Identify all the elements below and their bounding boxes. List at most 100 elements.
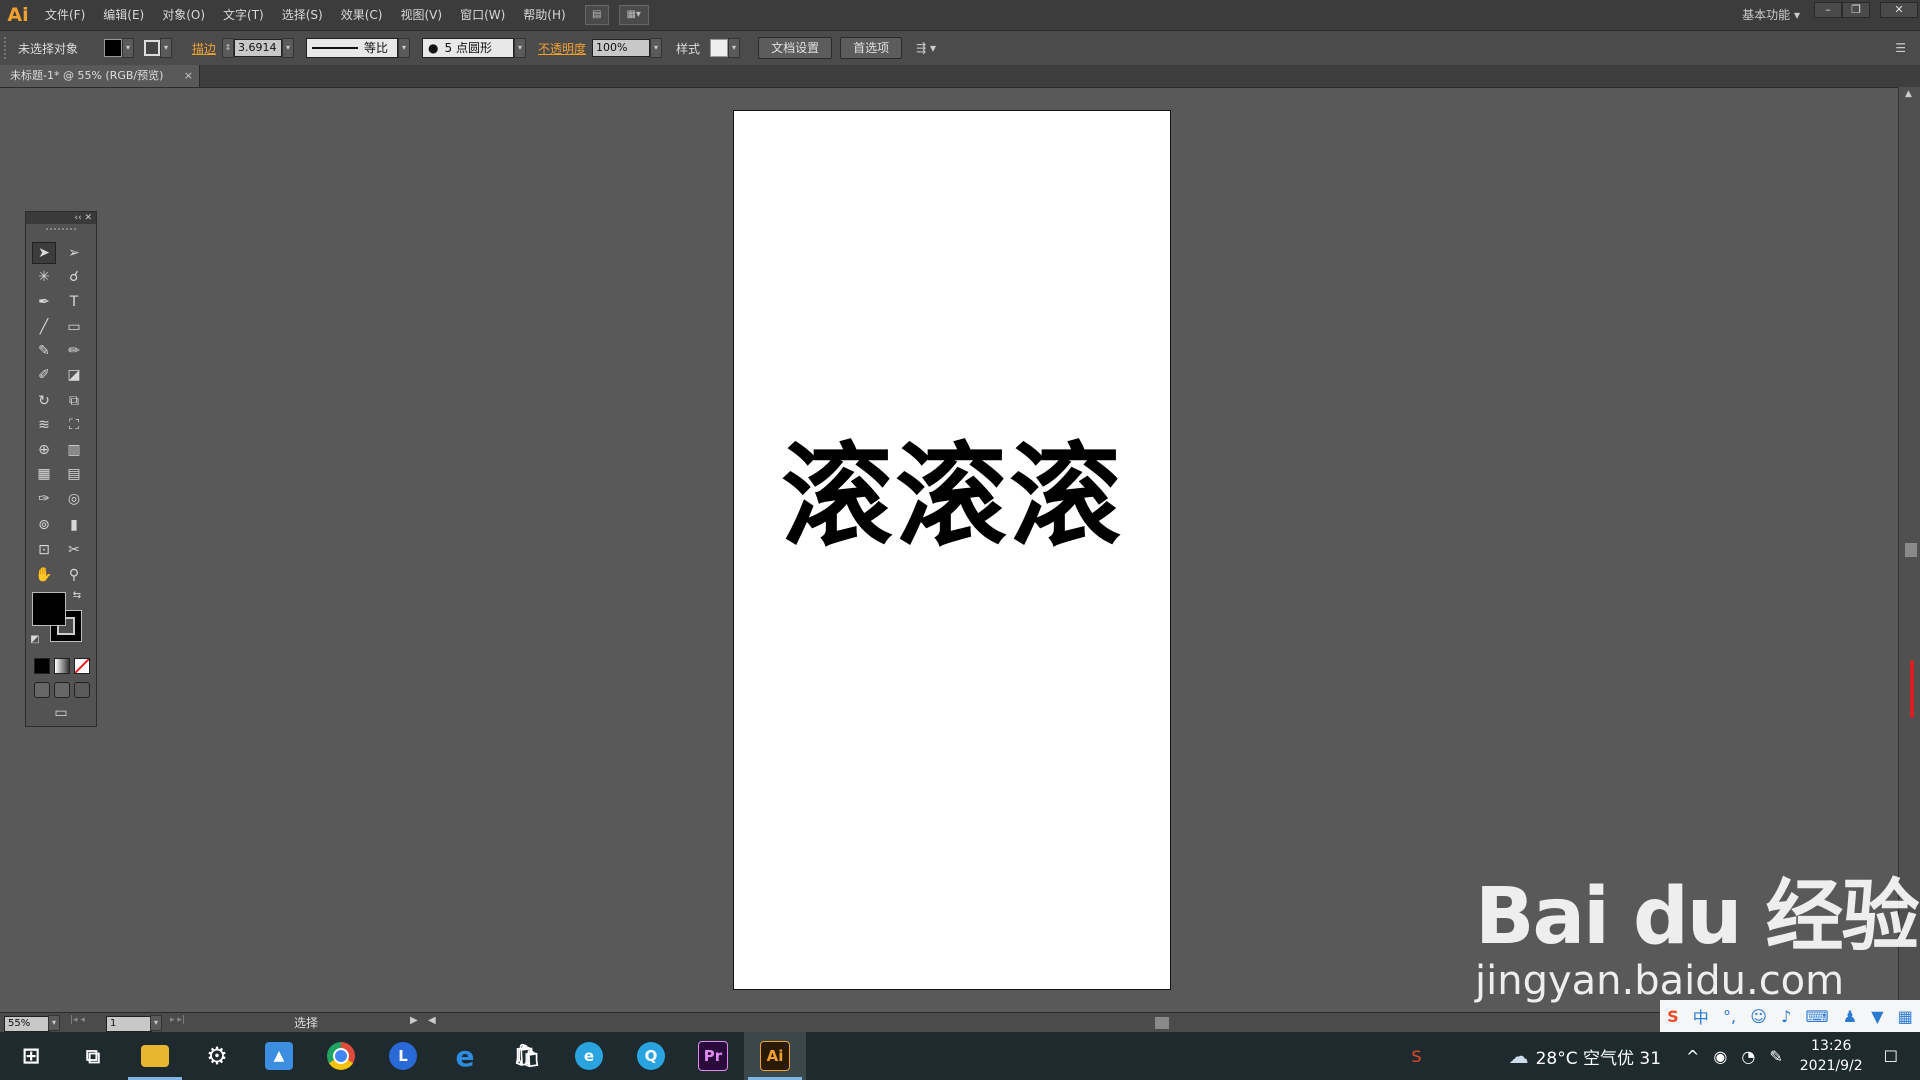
- pen-tool-icon[interactable]: ✒: [32, 291, 56, 313]
- close-button[interactable]: ✕: [1880, 2, 1918, 18]
- type-tool-icon[interactable]: T: [62, 291, 86, 313]
- menu-effect[interactable]: 效果(C): [332, 0, 392, 30]
- artboard-tool-icon[interactable]: ⊡: [32, 539, 56, 561]
- menu-file[interactable]: 文件(F): [36, 0, 94, 30]
- menu-view[interactable]: 视图(V): [391, 0, 451, 30]
- artboard-number-input[interactable]: 1: [106, 1016, 152, 1032]
- artboard[interactable]: 滚滚滚: [733, 110, 1171, 990]
- paintbrush-tool-icon[interactable]: ✎: [32, 340, 56, 362]
- preferences-button[interactable]: 首选项: [840, 37, 903, 59]
- taskbar-photos[interactable]: ▲: [248, 1032, 310, 1080]
- ime-keyboard-icon[interactable]: ⌨: [1805, 1007, 1828, 1026]
- symbol-sprayer-tool-icon[interactable]: ⊚: [32, 514, 56, 536]
- menu-type[interactable]: 文字(T): [214, 0, 273, 30]
- taskbar-task-view[interactable]: ⧉: [62, 1032, 124, 1080]
- sogou-tray-icon[interactable]: S: [1411, 1047, 1421, 1066]
- document-setup-button[interactable]: 文档设置: [758, 37, 833, 59]
- zoom-level-input[interactable]: 55%: [4, 1016, 50, 1032]
- stroke-dropdown-icon[interactable]: ▾: [160, 38, 173, 58]
- stroke-weight-stepper[interactable]: ⇕: [222, 38, 235, 58]
- warp-tool-icon[interactable]: ≋: [32, 414, 56, 436]
- taskbar-settings[interactable]: ⚙: [186, 1032, 248, 1080]
- selection-tool-icon[interactable]: ➤: [32, 242, 56, 264]
- swap-colors-icon[interactable]: ⇆: [70, 588, 84, 602]
- rotate-tool-icon[interactable]: ↻: [32, 390, 56, 412]
- draw-behind-icon[interactable]: [54, 682, 70, 698]
- artboard-nav-last-icon[interactable]: ▸ ▸|: [170, 1015, 185, 1025]
- fill-dropdown-icon[interactable]: ▾: [122, 38, 135, 58]
- ime-toolbox-icon[interactable]: ▦: [1898, 1007, 1913, 1026]
- tools-panel-grip[interactable]: [46, 228, 76, 238]
- ime-user-icon[interactable]: ♟: [1843, 1007, 1857, 1026]
- scroll-up-icon[interactable]: ▲: [1905, 89, 1912, 99]
- clock[interactable]: 13:26 2021/9/2: [1800, 1036, 1863, 1076]
- style-dropdown-icon[interactable]: ▾: [728, 38, 741, 58]
- menu-window[interactable]: 窗口(W): [451, 0, 514, 30]
- zoom-tool-icon[interactable]: ⚲: [62, 564, 86, 586]
- pencil-tool-icon[interactable]: ✏: [62, 340, 86, 362]
- profile-dropdown-icon[interactable]: ▾: [398, 38, 411, 58]
- scale-tool-icon[interactable]: ⧉: [62, 390, 86, 412]
- eyedropper-tool-icon[interactable]: ✑: [32, 488, 56, 510]
- stroke-weight-dropdown-icon[interactable]: ▾: [282, 38, 295, 58]
- menu-help[interactable]: 帮助(H): [514, 0, 574, 30]
- ime-chinese-icon[interactable]: 中: [1693, 1004, 1709, 1028]
- color-mode-icon[interactable]: [34, 658, 50, 674]
- stroke-color-swatch[interactable]: [144, 40, 161, 56]
- restore-button[interactable]: ❐: [1842, 2, 1870, 18]
- line-tool-icon[interactable]: ╱: [32, 316, 56, 338]
- taskbar-lark[interactable]: L: [372, 1032, 434, 1080]
- network-globe-icon[interactable]: ◉: [1713, 1047, 1727, 1066]
- taskbar-file-explorer[interactable]: [124, 1032, 186, 1080]
- ime-voice-icon[interactable]: ♪: [1781, 1007, 1791, 1026]
- ime-emoji-icon[interactable]: ☺: [1750, 1007, 1767, 1026]
- taskbar-chrome[interactable]: [310, 1032, 372, 1080]
- brush-dropdown-icon[interactable]: ▾: [514, 38, 527, 58]
- horizontal-scroll-thumb[interactable]: [1155, 1017, 1169, 1029]
- ime-punctuation-icon[interactable]: °,: [1723, 1007, 1736, 1026]
- menu-object[interactable]: 对象(O): [153, 0, 214, 30]
- default-colors-icon[interactable]: ◩: [28, 632, 42, 646]
- column-graph-tool-icon[interactable]: ▮: [62, 514, 86, 536]
- draw-inside-icon[interactable]: [74, 682, 90, 698]
- blob-brush-tool-icon[interactable]: ✐: [32, 364, 56, 386]
- taskbar-qq-browser[interactable]: Q: [620, 1032, 682, 1080]
- artboard-dropdown-icon[interactable]: ▾: [150, 1015, 162, 1031]
- zoom-dropdown-icon[interactable]: ▾: [48, 1015, 60, 1031]
- menu-select[interactable]: 选择(S): [273, 0, 332, 30]
- ime-skin-icon[interactable]: ▼: [1871, 1007, 1883, 1026]
- hand-tool-icon[interactable]: ✋: [32, 564, 56, 586]
- blend-tool-icon[interactable]: ◎: [62, 488, 86, 510]
- arrange-documents-icon[interactable]: ▦▾: [618, 5, 649, 25]
- direct-selection-tool-icon[interactable]: ➢: [62, 242, 86, 264]
- taskbar-illustrator[interactable]: Ai: [744, 1032, 806, 1080]
- taskbar-start[interactable]: ⊞: [0, 1032, 62, 1080]
- rectangle-tool-icon[interactable]: ▭: [62, 316, 86, 338]
- taskbar-premiere[interactable]: Pr: [682, 1032, 744, 1080]
- bridge-icon[interactable]: ▤: [584, 5, 609, 25]
- stroke-link[interactable]: 描边: [192, 40, 216, 57]
- close-tab-icon[interactable]: ×: [184, 65, 193, 87]
- scroll-left-icon[interactable]: ◀: [428, 1015, 436, 1026]
- artwork-text[interactable]: 滚滚滚: [734, 441, 1170, 553]
- lasso-tool-icon[interactable]: ☌: [62, 266, 86, 288]
- gradient-tool-icon[interactable]: ▤: [62, 463, 86, 485]
- eraser-tool-icon[interactable]: ◪: [62, 364, 86, 386]
- fill-swatch[interactable]: [32, 592, 66, 626]
- taskbar-edge[interactable]: e: [558, 1032, 620, 1080]
- menu-edit[interactable]: 编辑(E): [94, 0, 153, 30]
- document-tab[interactable]: 未标题-1* @ 55% (RGB/预览) ×: [0, 65, 200, 87]
- opacity-input[interactable]: 100%: [592, 39, 651, 57]
- pen-icon[interactable]: ✎: [1769, 1047, 1782, 1066]
- notification-icon[interactable]: ☐: [1884, 1047, 1898, 1066]
- stroke-weight-input[interactable]: 3.6914: [234, 39, 283, 57]
- weather-text[interactable]: 28°C 空气优 31: [1536, 1044, 1661, 1069]
- brush-definition[interactable]: ● 5 点圆形: [422, 38, 515, 58]
- gradient-mode-icon[interactable]: [54, 658, 70, 674]
- free-transform-tool-icon[interactable]: ⛶: [62, 414, 86, 436]
- wifi-icon[interactable]: ◔: [1741, 1047, 1755, 1066]
- variable-width-profile[interactable]: 等比: [306, 38, 399, 58]
- status-menu-icon[interactable]: ▶: [410, 1015, 418, 1026]
- fill-color-swatch[interactable]: [104, 39, 123, 57]
- panel-menu-icon[interactable]: ☰: [1895, 41, 1906, 55]
